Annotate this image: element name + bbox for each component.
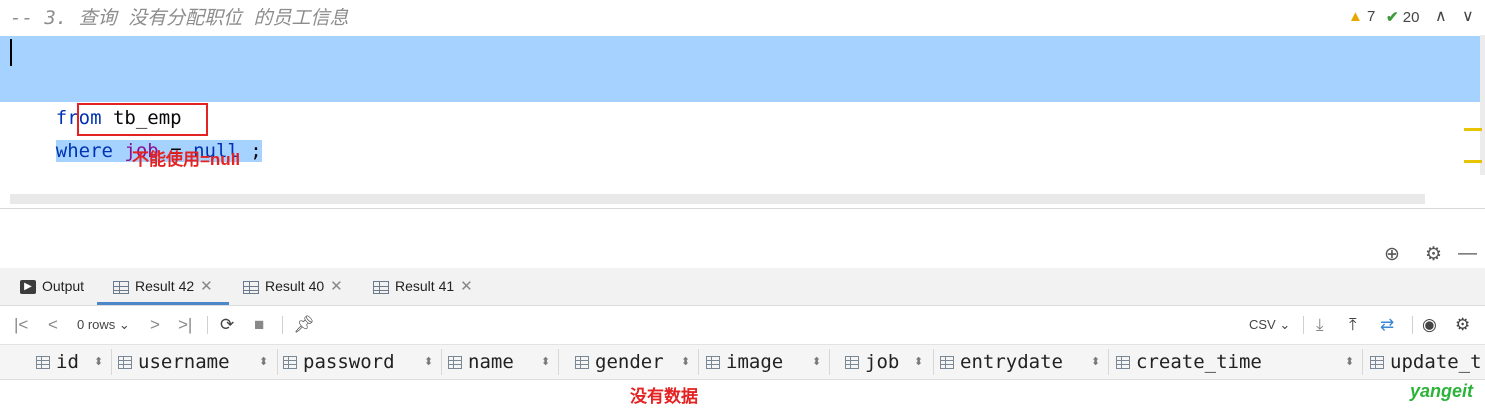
sort-icon[interactable]: ⬍ [1345,345,1354,379]
sort-icon[interactable]: ⬍ [812,345,821,379]
column-icon [118,356,132,370]
sort-icon[interactable]: ⬍ [1091,345,1100,379]
sort-icon[interactable]: ⬍ [259,345,268,379]
column-divider[interactable] [1108,349,1109,375]
header-name[interactable]: name [448,345,514,379]
column-icon [575,356,589,370]
sql-line-from[interactable]: from tb_emp [0,69,1125,129]
column-icon [940,356,954,370]
header-entrydate[interactable]: entrydate [940,345,1063,379]
column-icon [706,356,720,370]
prev-page-icon[interactable]: < [48,306,58,344]
eye-icon[interactable]: ◉ [1422,306,1437,344]
column-divider[interactable] [111,349,112,375]
column-divider[interactable] [698,349,699,375]
column-icon [283,356,297,370]
column-icon [448,356,462,370]
console-icon: ▶ [20,280,36,295]
next-page-icon[interactable]: > [150,306,160,344]
keyword-where: where [55,140,113,162]
chevron-down-icon: ⌄ [118,317,130,332]
column-divider[interactable] [441,349,442,375]
toolbar-separator [282,316,283,334]
close-icon[interactable]: ✕ [460,278,473,295]
warning-stripe[interactable] [1464,160,1482,163]
statement-terminator: ; [250,140,262,162]
result-tabs: ▶ Output Result 42 ✕ Result 40 ✕ Result 41 ✕ [0,268,1485,306]
header-username[interactable]: username [118,345,230,379]
column-icon [1370,356,1384,370]
close-icon[interactable]: ✕ [200,278,213,295]
tab-output[interactable]: ▶ Output [20,268,84,305]
grid-header: id ⬍ username ⬍ password ⬍ name ⬍ gender… [0,345,1485,380]
column-divider[interactable] [1362,349,1363,375]
target-icon[interactable]: ⊕ [1384,243,1400,266]
minimize-icon[interactable]: — [1458,243,1477,265]
highlight-box [77,103,208,136]
header-gender[interactable]: gender [575,345,664,379]
warnings-counter[interactable]: ▲ 7 [1348,8,1375,25]
refresh-icon[interactable]: ⟳ [220,306,234,344]
chevron-down-icon[interactable]: ∨ [1462,6,1474,26]
horizontal-scrollbar[interactable] [10,194,1425,204]
table-icon [373,280,389,294]
upload-icon[interactable]: ⤒ [1349,306,1357,344]
chevron-down-icon: ⌄ [1279,317,1291,332]
header-job[interactable]: job [845,345,899,379]
table-icon [113,280,129,294]
sql-editor[interactable]: -- 3. 查询 没有分配职位 的员工信息 ▲ 7 ✔ 20 ∧ ∨ selec… [0,0,1485,208]
tab-result-42[interactable]: Result 42 ✕ [97,268,229,305]
first-page-icon[interactable]: |< [14,306,28,344]
warning-icon: ▲ [1348,8,1363,25]
stop-icon[interactable]: ■ [254,306,264,344]
annotation-text: 不能使用=null [132,150,241,169]
watermark-logo: yangeit [1410,381,1474,401]
table-icon [243,280,259,294]
column-divider[interactable] [933,349,934,375]
tab-result-41[interactable]: Result 41 ✕ [373,268,473,305]
warning-stripe[interactable] [1464,128,1482,131]
vertical-scrollbar[interactable] [1480,35,1485,175]
sort-icon[interactable]: ⬍ [424,345,433,379]
header-image[interactable]: image [706,345,783,379]
export-format-dropdown[interactable]: CSV ⌄ [1249,306,1290,344]
check-icon: ✔ [1386,9,1399,26]
sort-icon[interactable]: ⬍ [541,345,550,379]
column-divider[interactable] [558,349,559,375]
toolbar-separator [1412,316,1413,334]
gear-icon[interactable]: ⚙ [1425,243,1442,266]
sql-comment: -- 3. 查询 没有分配职位 的员工信息 [10,7,349,29]
download-icon[interactable]: ⤓ [1316,306,1324,344]
column-divider[interactable] [277,349,278,375]
pin-icon[interactable]: 📌︎ [293,306,315,344]
close-icon[interactable]: ✕ [330,278,343,295]
result-toolbar: |< < 0 rows ⌄ > >| ⟳ ■ 📌︎ CSV ⌄ ⤓ ⤒ ⇄ ◉ … [0,306,1485,345]
column-divider[interactable] [829,349,830,375]
header-password[interactable]: password [283,345,395,379]
column-icon [36,356,50,370]
header-update-time[interactable]: update_t [1370,345,1482,379]
tab-result-40[interactable]: Result 40 ✕ [243,268,343,305]
text-caret [10,39,12,66]
sort-icon[interactable]: ⬍ [681,345,690,379]
sql-line-select[interactable]: select id, username, password, name, gen… [0,36,1125,96]
no-data-annotation: 没有数据 [630,387,698,406]
toolbar-separator [207,316,208,334]
compare-icon[interactable]: ⇄ [1380,306,1394,344]
column-icon [1116,356,1130,370]
header-id[interactable]: id [36,345,79,379]
sort-icon[interactable]: ⬍ [914,345,923,379]
column-icon [845,356,859,370]
header-create-time[interactable]: create_time [1116,345,1262,379]
selection-tail [1125,36,1482,69]
checks-counter[interactable]: ✔ 20 [1386,8,1419,26]
gear-icon[interactable]: ⚙ [1455,306,1470,344]
chevron-up-icon[interactable]: ∧ [1435,6,1447,26]
last-page-icon[interactable]: >| [178,306,192,344]
toolbar-separator [1303,316,1304,334]
sort-icon[interactable]: ⬍ [94,345,103,379]
selection-tail-2 [1125,69,1482,102]
rows-count-dropdown[interactable]: 0 rows ⌄ [77,306,130,344]
panel-divider[interactable] [0,208,1485,209]
